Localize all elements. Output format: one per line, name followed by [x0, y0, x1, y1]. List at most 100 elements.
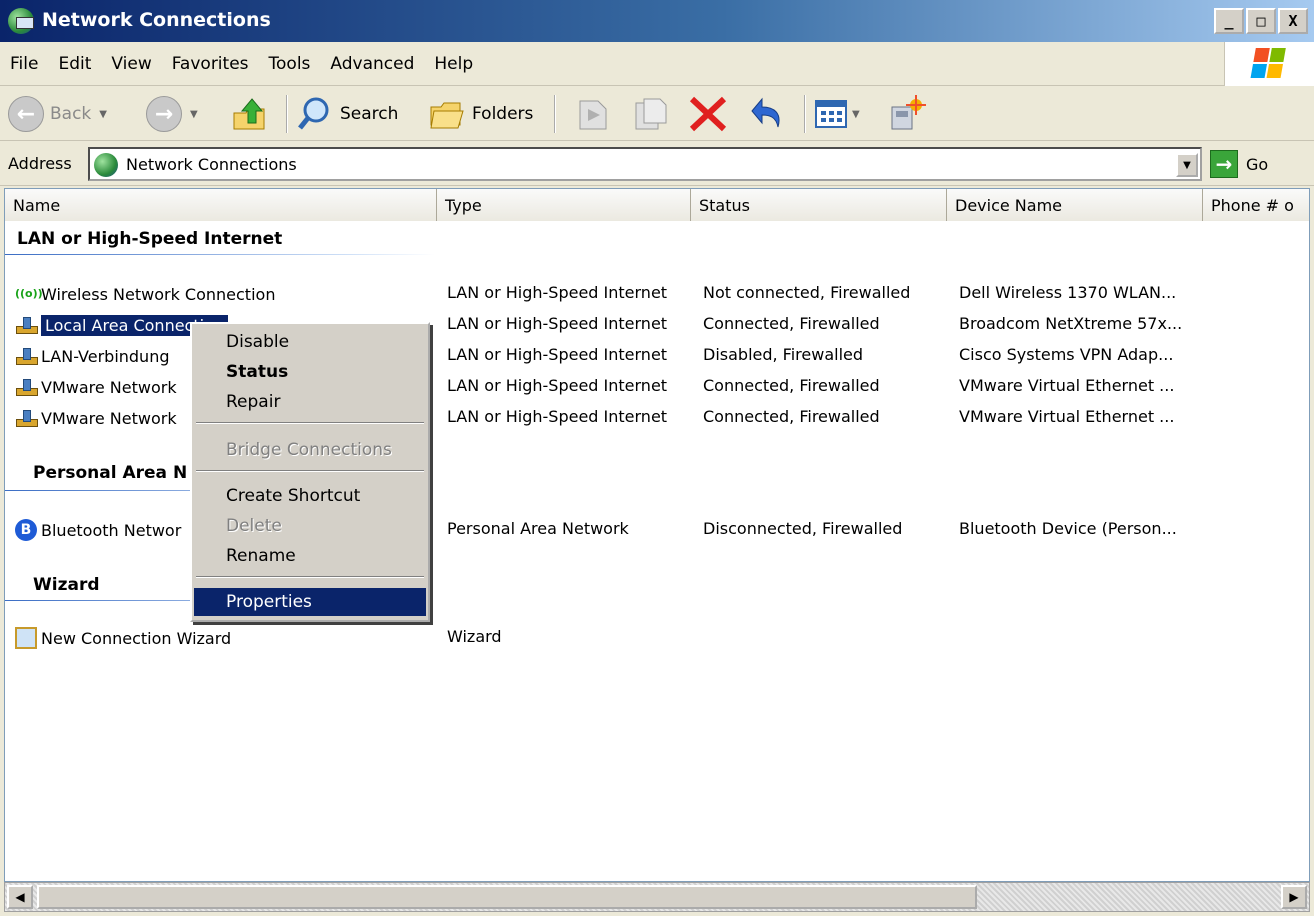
menu-separator	[196, 422, 424, 424]
copy-to-icon	[635, 98, 667, 130]
connection-name: Wireless Network Connection	[41, 284, 276, 304]
minimize-button[interactable]: _	[1214, 8, 1244, 34]
network-icon	[15, 345, 38, 367]
menu-file[interactable]: File	[0, 52, 48, 76]
menu-item-create-shortcut[interactable]: Create Shortcut	[194, 482, 426, 510]
up-folder-button[interactable]	[230, 93, 268, 135]
menu-separator	[196, 470, 424, 472]
connection-type: Personal Area Network	[447, 519, 629, 538]
group-header: LAN or High-Speed Internet	[17, 229, 283, 249]
menu-edit[interactable]: Edit	[48, 52, 101, 76]
horizontal-scrollbar[interactable]: ◀ ▶	[4, 882, 1310, 912]
maximize-button[interactable]: □	[1246, 8, 1276, 34]
group-header: Wizard	[33, 575, 100, 595]
search-button[interactable]: Search	[296, 93, 398, 135]
connection-name: Bluetooth Networ	[41, 520, 182, 540]
search-label: Search	[340, 104, 399, 124]
views-button[interactable]: ▼	[814, 93, 860, 135]
menu-advanced[interactable]: Advanced	[320, 52, 424, 76]
connection-type: LAN or High-Speed Internet	[447, 376, 668, 395]
menu-bar: File Edit View Favorites Tools Advanced …	[0, 42, 1314, 86]
up-folder-icon	[233, 98, 265, 130]
title-bar[interactable]: Network Connections _ □ X	[0, 0, 1314, 42]
address-label: Address	[8, 154, 72, 173]
column-header-phone[interactable]: Phone # o	[1203, 189, 1309, 221]
undo-button[interactable]	[746, 93, 786, 135]
address-value: Network Connections	[126, 155, 297, 174]
menu-item-disable[interactable]: Disable	[194, 328, 426, 356]
connection-status: Connected, Firewalled	[703, 407, 880, 426]
connection-status: Disabled, Firewalled	[703, 345, 864, 364]
network-tasks-button[interactable]	[886, 93, 926, 135]
device-name: Broadcom NetXtreme 57x...	[959, 314, 1183, 333]
menu-item-status[interactable]: Status	[194, 358, 426, 386]
toolbar: ← Back ▼ → ▼ Search Folders ▼	[0, 87, 1314, 141]
toolbar-separator	[804, 95, 806, 133]
delete-x-icon	[689, 96, 727, 132]
folders-button[interactable]: Folders	[428, 93, 533, 135]
connection-type: LAN or High-Speed Internet	[447, 314, 668, 333]
wizard-icon	[15, 627, 37, 649]
menu-item-repair[interactable]: Repair	[194, 388, 426, 416]
windows-flag-icon	[1250, 48, 1288, 80]
device-name: VMware Virtual Ethernet ...	[959, 407, 1175, 426]
close-button[interactable]: X	[1278, 8, 1308, 34]
network-connection-new-icon	[891, 95, 926, 130]
list-item[interactable]: ((o)) Wireless Network Connection LAN or…	[5, 279, 1309, 309]
group-divider	[5, 254, 435, 255]
address-input[interactable]: Network Connections ▼	[88, 147, 1202, 181]
menu-favorites[interactable]: Favorites	[162, 52, 259, 76]
chevron-down-icon: ▼	[190, 108, 198, 120]
folders-icon	[430, 102, 464, 129]
column-header-type[interactable]: Type	[437, 189, 691, 221]
views-icon	[815, 100, 847, 128]
toolbar-separator	[554, 95, 556, 133]
forward-button[interactable]: → ▼	[146, 93, 198, 135]
network-icon	[15, 376, 38, 398]
context-menu: Disable Status Repair Bridge Connections…	[190, 322, 430, 622]
device-name: Cisco Systems VPN Adap...	[959, 345, 1174, 364]
delete-button[interactable]	[688, 93, 728, 135]
device-name: VMware Virtual Ethernet ...	[959, 376, 1175, 395]
go-label: Go	[1246, 154, 1269, 174]
toolbar-separator	[286, 95, 288, 133]
forward-arrow-icon: →	[146, 96, 182, 132]
network-connections-icon	[8, 8, 34, 34]
device-name: Dell Wireless 1370 WLAN...	[959, 283, 1177, 302]
menu-item-properties[interactable]: Properties	[194, 588, 426, 616]
connection-status: Disconnected, Firewalled	[703, 519, 903, 538]
scrollbar-thumb[interactable]	[37, 885, 977, 909]
column-header-device-name[interactable]: Device Name	[947, 189, 1203, 221]
column-header-status[interactable]: Status	[691, 189, 947, 221]
move-to-button[interactable]	[574, 93, 612, 135]
network-connections-icon	[94, 153, 118, 177]
menu-view[interactable]: View	[101, 52, 161, 76]
undo-icon	[751, 97, 780, 128]
caption-buttons: _ □ X	[1214, 8, 1308, 34]
chevron-down-icon: ▼	[99, 108, 107, 120]
scroll-left-button[interactable]: ◀	[7, 885, 33, 909]
chevron-down-icon: ▼	[852, 108, 860, 120]
menu-tools[interactable]: Tools	[259, 52, 321, 76]
scroll-right-button[interactable]: ▶	[1281, 885, 1307, 909]
back-button[interactable]: ← Back ▼	[8, 93, 107, 135]
window-title: Network Connections	[42, 9, 271, 31]
folders-label: Folders	[472, 104, 534, 124]
menu-help[interactable]: Help	[424, 52, 483, 76]
copy-to-button[interactable]	[632, 93, 670, 135]
bluetooth-icon: B	[15, 519, 37, 541]
menu-item-rename[interactable]: Rename	[194, 542, 426, 570]
back-arrow-icon: ←	[8, 96, 44, 132]
go-arrow-icon: →	[1210, 150, 1238, 178]
list-item[interactable]: New Connection Wizard Wizard	[5, 623, 1309, 653]
column-header-name[interactable]: Name	[5, 189, 437, 221]
connection-name: LAN-Verbindung	[41, 346, 170, 366]
connection-type: LAN or High-Speed Internet	[447, 407, 668, 426]
go-button[interactable]: → Go	[1210, 150, 1268, 178]
connection-status: Connected, Firewalled	[703, 376, 880, 395]
group-header: Personal Area N	[33, 463, 188, 483]
network-icon	[15, 407, 38, 429]
network-icon	[15, 314, 38, 336]
network-connections-window: Network Connections _ □ X File Edit View…	[0, 0, 1314, 916]
address-dropdown-button[interactable]: ▼	[1176, 153, 1198, 177]
